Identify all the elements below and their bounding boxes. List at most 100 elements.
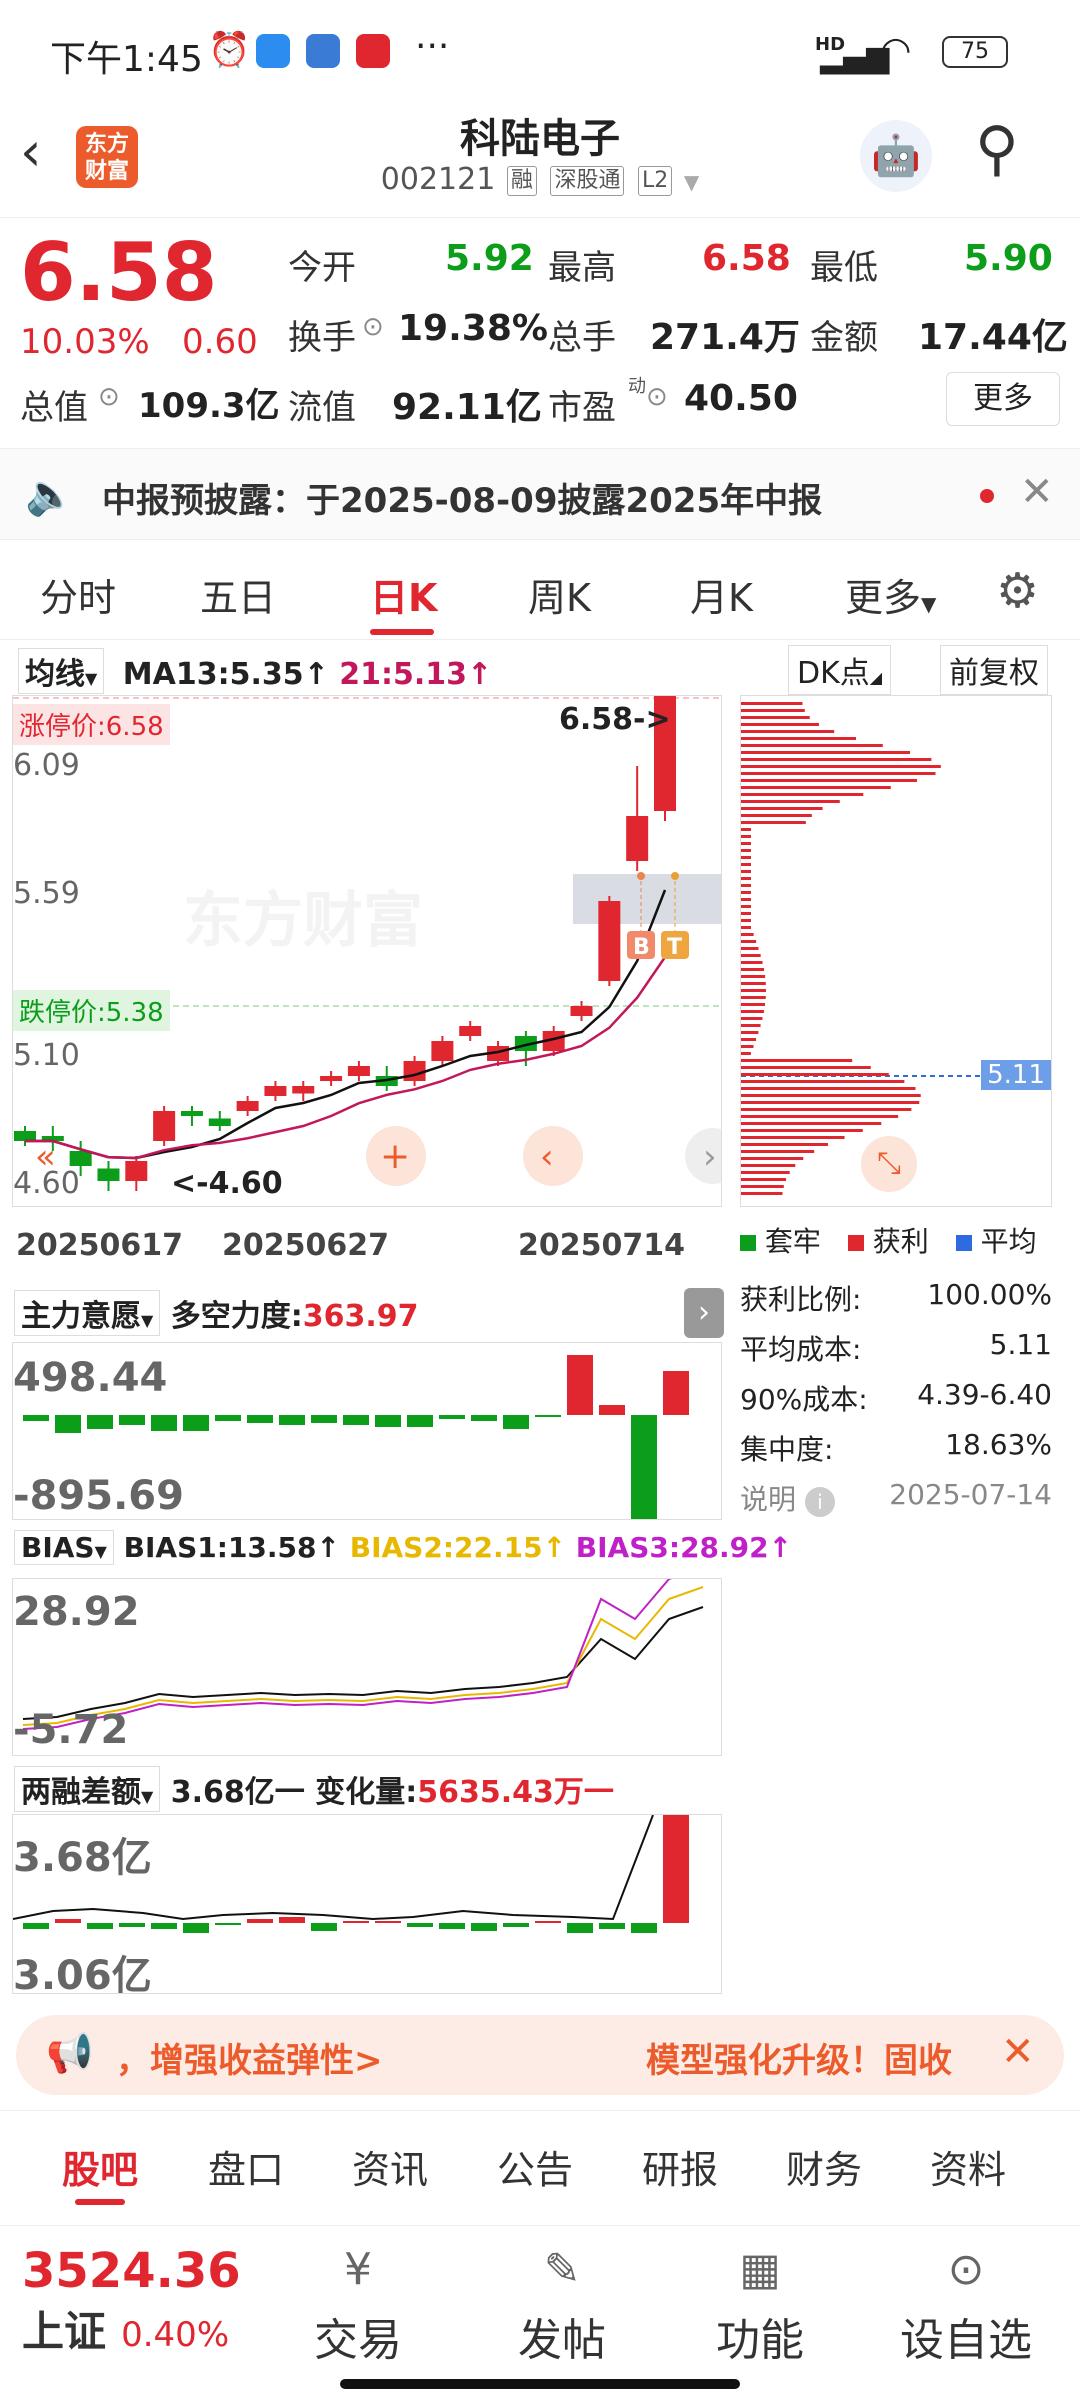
chip-bar <box>741 716 810 719</box>
more-button[interactable]: 更多 <box>946 372 1060 426</box>
ind1-bar <box>279 1415 305 1425</box>
chip-note-row: 说明 i 2025-07-14 <box>740 1478 1052 1528</box>
chevron-down-icon: ▼ <box>921 592 937 616</box>
chip-row: 平均成本: 5.11 <box>740 1328 1052 1378</box>
ind1-title: 多空力度: <box>170 1299 303 1334</box>
tab-daily-k[interactable]: 日K <box>370 567 437 622</box>
chip-bar <box>741 821 806 824</box>
info-icon[interactable]: ⊙ <box>98 382 120 412</box>
tab-more[interactable]: 更多▼ <box>845 567 936 622</box>
kline-svg: 东方财富 B T + ‹ › « <box>13 696 721 1191</box>
ind2-top: 28.92 <box>13 1589 140 1635</box>
functions-button[interactable]: ▦ 功能 <box>680 2244 840 2368</box>
watermark: 东方财富 <box>183 886 423 956</box>
candle-body <box>431 1041 454 1061</box>
info-icon[interactable]: ⊙ <box>646 382 668 412</box>
notice-bar[interactable]: 🔈 中报预披露：于2025-08-09披露2025年中报 ✕ <box>0 448 1080 540</box>
tab-research[interactable]: 研报 <box>642 2139 718 2194</box>
info-icon[interactable]: ⊙ <box>362 312 384 342</box>
bt-zone <box>573 874 721 924</box>
chip-row-label: 集中度: <box>740 1433 834 1466</box>
tab-intraday[interactable]: 分时 <box>40 567 116 622</box>
expand-indicator-icon[interactable]: › <box>684 1288 724 1338</box>
candle-body <box>459 1026 482 1036</box>
close-icon[interactable]: ✕ <box>1001 2029 1035 2075</box>
pe-value: 40.50 <box>684 378 798 419</box>
tab-order-book[interactable]: 盘口 <box>208 2139 284 2194</box>
chevron-down-icon: ▼ <box>94 1542 107 1561</box>
ind2-header: BIAS▼ BIAS1:13.58↑ BIAS2:22.15↑ BIAS3:28… <box>14 1530 792 1565</box>
chip-bar <box>741 1010 764 1013</box>
ind1-bottom: -895.69 <box>13 1473 184 1519</box>
search-icon[interactable]: ⚲ <box>975 114 1019 184</box>
ind3-chart[interactable]: 3.68亿 3.06亿 <box>12 1814 722 1994</box>
candle-body <box>403 1061 426 1081</box>
chip-svg <box>741 702 1051 1195</box>
chevron-left-icon: ‹ <box>540 1137 554 1177</box>
add-watchlist-button[interactable]: ⊙ 设自选 <box>886 2244 1046 2368</box>
index-ticker[interactable]: 3524.36 上证 0.40% <box>22 2244 241 2359</box>
promo-text-2: 模型强化升级！固收 <box>646 2041 952 2081</box>
dk-point-button[interactable]: DK点◢ <box>788 645 892 695</box>
chip-stats: 获利比例: 100.00% 平均成本: 5.11 90%成本: 4.39-6.40 集… <box>740 1278 1052 1528</box>
chip-bar <box>741 1101 920 1104</box>
candle-body <box>292 1086 315 1094</box>
index-value: 3524.36 <box>22 2243 241 2299</box>
ma-dropdown[interactable]: 均线▼ <box>18 648 105 694</box>
status-time: 下午1:45 <box>50 39 203 80</box>
adjust-button[interactable]: 前复权 <box>940 645 1048 695</box>
post-button[interactable]: ✎ 发帖 <box>482 2244 642 2368</box>
promo-banner[interactable]: 📢 ，增强收益弹性> 模型强化升级！固收 ✕ <box>16 2015 1064 2095</box>
chip-row: 集中度: 18.63% <box>740 1428 1052 1478</box>
tab-announcements[interactable]: 公告 <box>497 2139 573 2194</box>
chip-bar <box>741 1129 863 1132</box>
kline-chart[interactable]: 东方财富 B T + ‹ › « 涨停价:6.58 跌停价:5.38 6.09 … <box>12 695 722 1207</box>
ind1-bar <box>151 1415 177 1431</box>
ind1-bar <box>119 1415 145 1425</box>
ind1-chart[interactable]: 498.44 -895.69 <box>12 1342 722 1520</box>
tab-weekly-k[interactable]: 周K <box>528 567 591 622</box>
turnover-value: 19.38% <box>398 308 548 349</box>
float-value: 92.11亿 <box>392 387 542 428</box>
chip-bar <box>741 1192 783 1195</box>
expand-icon[interactable]: ⤡ <box>861 1136 917 1192</box>
tab-indicator <box>75 2199 125 2205</box>
chip-row-value: 5.11 <box>989 1328 1052 1361</box>
tab-five-day[interactable]: 五日 <box>200 567 276 622</box>
ind3-bar <box>663 1815 689 1923</box>
tab-financials[interactable]: 财务 <box>786 2139 862 2194</box>
robot-assistant-icon[interactable]: 🤖 <box>860 120 932 192</box>
ind3-change-label: 变化量: <box>315 1775 418 1810</box>
ind3-bar <box>407 1923 433 1927</box>
chip-bar <box>741 1178 787 1181</box>
tab-news[interactable]: 资讯 <box>352 2139 428 2194</box>
ind3-dropdown[interactable]: 两融差额▼ <box>14 1766 161 1812</box>
ind1-dropdown[interactable]: 主力意愿▼ <box>14 1290 161 1336</box>
info-icon[interactable]: i <box>804 1487 835 1517</box>
settings-gear-icon[interactable]: ⚙ <box>996 563 1039 619</box>
chip-row-value: 100.00% <box>927 1278 1052 1311</box>
chip-bar <box>741 842 751 845</box>
candle-body <box>598 901 621 981</box>
ma21-value: 21:5.13↑ <box>339 657 493 692</box>
tab-forum[interactable]: 股吧 <box>62 2139 138 2194</box>
ind2-chart[interactable]: 28.92 -5.72 <box>12 1578 722 1756</box>
ind2-dropdown[interactable]: BIAS▼ <box>14 1530 114 1565</box>
chip-bar <box>741 1052 751 1055</box>
ind3-bar <box>343 1921 369 1923</box>
home-indicator <box>340 2379 740 2389</box>
pe-label: 市盈 <box>548 388 616 428</box>
chip-bar <box>741 702 803 705</box>
tab-monthly-k[interactable]: 月K <box>690 567 753 622</box>
chip-bar <box>741 1080 905 1083</box>
ind3-bar <box>119 1923 145 1927</box>
chip-bar <box>741 884 751 887</box>
candle-body <box>125 1161 148 1181</box>
close-icon[interactable]: ✕ <box>1020 469 1054 515</box>
chip-bar <box>741 870 751 873</box>
chip-distribution[interactable]: 5.11 ⤡ <box>740 695 1052 1207</box>
chip-note[interactable]: 说明 <box>740 1483 796 1516</box>
chip-bar <box>741 765 941 768</box>
trade-button[interactable]: ¥ 交易 <box>278 2244 438 2368</box>
tab-profile[interactable]: 资料 <box>930 2139 1006 2194</box>
